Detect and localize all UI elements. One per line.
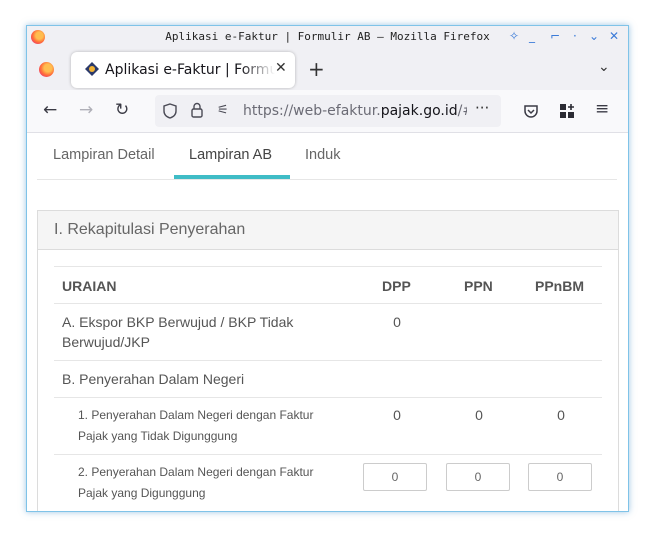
table-header-row: URAIAN DPP PPN PPnBM — [54, 266, 602, 303]
maximize-icon[interactable]: ⌐ — [550, 29, 560, 43]
dpp-input[interactable] — [363, 463, 427, 491]
djp-favicon-icon — [85, 62, 99, 76]
tab-title: Aplikasi e-Faktur | Formulir AB — [105, 62, 275, 78]
sticky-icon[interactable]: ✧ — [509, 29, 519, 43]
row-ppnbm-value: 0 — [557, 407, 565, 423]
panel-heading: I. Rekapitulasi Penyerahan — [38, 211, 618, 250]
browser-tab-active[interactable]: Aplikasi e-Faktur | Formulir AB ✕ — [71, 52, 295, 88]
back-icon[interactable]: ← — [43, 100, 57, 120]
extensions-icon[interactable] — [559, 103, 575, 119]
close-window-icon[interactable]: ✕ — [609, 29, 619, 43]
table-row: A. Ekspor BKP Berwujud / BKP Tidak Berwu… — [54, 303, 602, 360]
dot-icon[interactable]: · — [573, 29, 577, 43]
ppnbm-input[interactable] — [528, 463, 592, 491]
rekapitulasi-panel: I. Rekapitulasi Penyerahan URAIAN DPP PP… — [37, 210, 619, 511]
table-row: B. Penyerahan Dalam Negeri — [54, 360, 602, 397]
navigation-bar: ← → ↻ ⚟ https://web-efaktur.pajak.go.id/… — [27, 90, 628, 133]
section-title: I. Rekapitulasi Penyerahan — [54, 221, 246, 238]
window-title: Aplikasi e-Faktur | Formulir AB — Mozill… — [165, 30, 490, 43]
address-bar[interactable]: ⚟ https://web-efaktur.pajak.go.id/#/ ··· — [155, 95, 501, 127]
header-uraian: URAIAN — [62, 278, 117, 294]
row-ppn-value: 0 — [475, 407, 483, 423]
active-tab-indicator — [174, 175, 290, 179]
menu-icon[interactable]: ≡ — [595, 99, 609, 119]
header-dpp: DPP — [382, 278, 411, 294]
header-ppnbm: PPnBM — [535, 278, 584, 294]
forward-icon[interactable]: → — [79, 100, 93, 120]
title-bar: Aplikasi e-Faktur | Formulir AB — Mozill… — [27, 26, 628, 48]
page-actions-icon[interactable]: ··· — [475, 99, 489, 117]
row-label: A. Ekspor BKP Berwujud / BKP Tidak Berwu… — [62, 314, 294, 350]
minimize-icon[interactable]: _ — [529, 29, 535, 43]
tab-lampiran-detail[interactable]: Lampiran Detail — [53, 147, 155, 163]
tab-induk[interactable]: Induk — [305, 147, 340, 163]
ppn-input[interactable] — [446, 463, 510, 491]
row-label: B. Penyerahan Dalam Negeri — [62, 371, 245, 387]
reload-icon[interactable]: ↻ — [115, 100, 129, 120]
form-tabs: Lampiran Detail Lampiran AB Induk — [37, 133, 617, 180]
row-label: 1. Penyerahan Dalam Negeri dengan Faktur… — [78, 408, 314, 443]
new-tab-icon[interactable]: + — [308, 57, 325, 81]
row-dpp-value: 0 — [393, 314, 401, 330]
pocket-icon[interactable] — [523, 103, 539, 119]
permissions-icon[interactable]: ⚟ — [217, 103, 229, 118]
tab-list-chevron-icon[interactable]: ⌄ — [598, 59, 610, 75]
shade-icon[interactable]: ⌄ — [589, 29, 599, 43]
shield-icon[interactable] — [163, 103, 177, 119]
header-ppn: PPN — [464, 278, 493, 294]
table-row: 2. Penyerahan Dalam Negeri dengan Faktur… — [54, 454, 602, 511]
tab-lampiran-ab[interactable]: Lampiran AB — [189, 147, 272, 163]
url-text: https://web-efaktur.pajak.go.id/#/ — [243, 103, 467, 119]
tab-bar: Aplikasi e-Faktur | Formulir AB ✕ + ⌄ — [27, 48, 628, 90]
lock-icon[interactable] — [191, 102, 203, 118]
page-content: Lampiran Detail Lampiran AB Induk I. Rek… — [27, 133, 628, 511]
firefox-view-icon[interactable] — [39, 62, 54, 77]
row-dpp-value: 0 — [393, 407, 401, 423]
tab-close-icon[interactable]: ✕ — [275, 60, 287, 76]
browser-window: Aplikasi e-Faktur | Formulir AB — Mozill… — [26, 25, 629, 512]
table-row: 1. Penyerahan Dalam Negeri dengan Faktur… — [54, 397, 602, 454]
row-label: 2. Penyerahan Dalam Negeri dengan Faktur… — [78, 465, 314, 500]
